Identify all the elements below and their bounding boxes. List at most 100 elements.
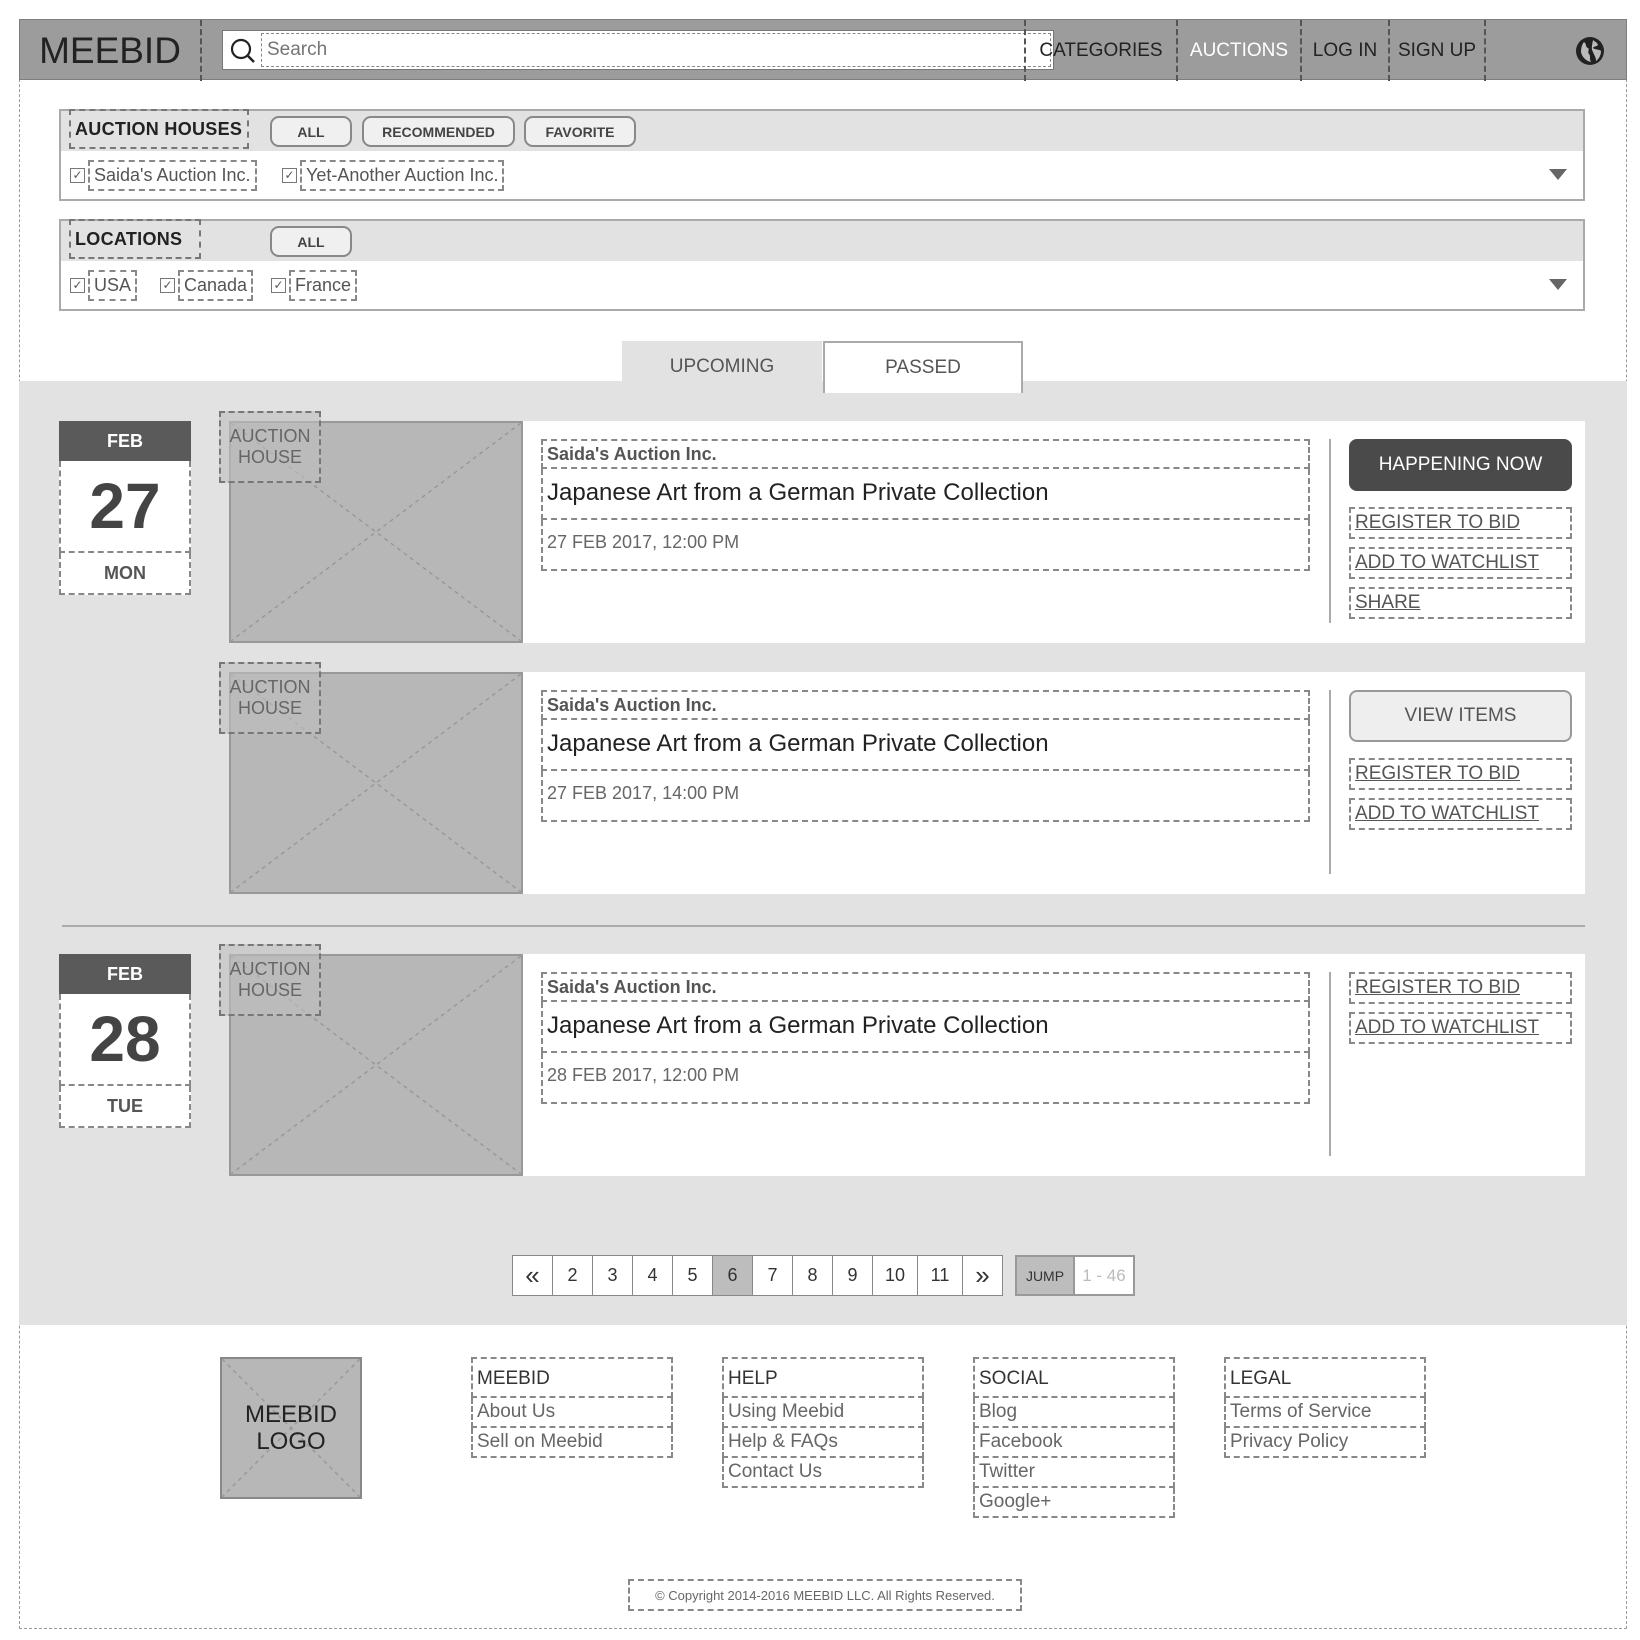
date-weekday: MON: [59, 553, 191, 595]
auction-datetime: 27 FEB 2017, 14:00 PM: [541, 771, 1310, 822]
auction-house-name[interactable]: Saida's Auction Inc.: [541, 972, 1310, 1002]
add-to-watchlist-link[interactable]: ADD TO WATCHLIST: [1349, 1012, 1572, 1044]
check-icon: ✓: [160, 278, 175, 293]
checkbox-label: France: [289, 270, 358, 301]
auction-datetime: 28 FEB 2017, 12:00 PM: [541, 1053, 1310, 1104]
expand-caret-icon[interactable]: [1549, 279, 1567, 290]
page-link[interactable]: 11: [918, 1255, 963, 1296]
footer-logo[interactable]: MEEBID LOGO: [220, 1357, 362, 1499]
checkbox-option[interactable]: ✓ Yet-Another Auction Inc.: [282, 160, 505, 191]
footer-column-legal: LEGAL Terms of Service Privacy Policy: [1224, 1357, 1426, 1458]
footer-link[interactable]: Sell on Meebid: [471, 1428, 673, 1458]
nav-auctions[interactable]: AUCTIONS: [1176, 20, 1302, 81]
footer-column-meebid: MEEBID About Us Sell on Meebid: [471, 1357, 673, 1458]
top-navbar: MEEBID CATEGORIES AUCTIONS LOG IN SIGN U…: [19, 19, 1627, 81]
footer-link[interactable]: Help & FAQs: [722, 1428, 924, 1458]
checkbox-label: Yet-Another Auction Inc.: [300, 160, 505, 191]
checkbox-option[interactable]: ✓ Canada: [160, 270, 254, 301]
check-icon: ✓: [70, 168, 85, 183]
auction-title[interactable]: Japanese Art from a German Private Colle…: [541, 469, 1310, 520]
footer-heading: MEEBID: [471, 1357, 673, 1398]
checkbox-label: Canada: [178, 270, 254, 301]
page-link-current[interactable]: 6: [713, 1255, 753, 1296]
page-prev-icon[interactable]: «: [512, 1255, 553, 1296]
footer-logo-text: MEEBID LOGO: [244, 1401, 337, 1455]
register-to-bid-link[interactable]: REGISTER TO BID: [1349, 972, 1572, 1004]
footer-link[interactable]: Privacy Policy: [1224, 1428, 1426, 1458]
jump-button[interactable]: JUMP: [1015, 1255, 1075, 1296]
footer-link[interactable]: Terms of Service: [1224, 1398, 1426, 1428]
date-month: FEB: [59, 421, 191, 461]
filter-title: LOCATIONS: [69, 219, 201, 259]
auction-house-name[interactable]: Saida's Auction Inc.: [541, 690, 1310, 720]
date-badge: FEB 27 MON: [59, 421, 191, 595]
footer-heading: LEGAL: [1224, 1357, 1426, 1398]
auction-card: AUCTION HOUSE Saida's Auction Inc. Japan…: [219, 944, 1585, 1176]
divider: [1329, 439, 1331, 623]
footer-column-help: HELP Using Meebid Help & FAQs Contact Us: [722, 1357, 924, 1488]
expand-caret-icon[interactable]: [1549, 169, 1567, 180]
auction-title[interactable]: Japanese Art from a German Private Colle…: [541, 720, 1310, 771]
jump-input[interactable]: 1 - 46: [1075, 1255, 1135, 1296]
filter-all-button[interactable]: ALL: [270, 116, 352, 147]
filter-favorite-button[interactable]: FAVORITE: [524, 116, 636, 147]
nav-log-in[interactable]: LOG IN: [1300, 20, 1390, 81]
footer-link[interactable]: About Us: [471, 1398, 673, 1428]
check-icon: ✓: [282, 168, 297, 183]
checkbox-option[interactable]: ✓ USA: [70, 270, 138, 301]
page-link[interactable]: 10: [873, 1255, 918, 1296]
happening-now-button[interactable]: HAPPENING NOW: [1349, 439, 1572, 491]
checkbox-option[interactable]: ✓ Saida's Auction Inc.: [70, 160, 257, 191]
auction-houses-filter: AUCTION HOUSES ALL RECOMMENDED FAVORITE …: [59, 109, 1585, 201]
check-icon: ✓: [271, 278, 286, 293]
divider: [1329, 972, 1331, 1156]
locations-filter: LOCATIONS ALL ✓ USA ✓ Canada ✓ France: [59, 219, 1585, 311]
auction-title[interactable]: Japanese Art from a German Private Colle…: [541, 1002, 1310, 1053]
footer-link[interactable]: Facebook: [973, 1428, 1175, 1458]
register-to-bid-link[interactable]: REGISTER TO BID: [1349, 507, 1572, 539]
page-next-icon[interactable]: »: [963, 1255, 1003, 1296]
page-link[interactable]: 2: [553, 1255, 593, 1296]
register-to-bid-link[interactable]: REGISTER TO BID: [1349, 758, 1572, 790]
footer-link[interactable]: Contact Us: [722, 1458, 924, 1488]
checkbox-label: USA: [88, 270, 138, 301]
date-day: 28: [59, 994, 191, 1086]
footer-link[interactable]: Google+: [973, 1488, 1175, 1518]
page-link[interactable]: 9: [833, 1255, 873, 1296]
page-link[interactable]: 4: [633, 1255, 673, 1296]
add-to-watchlist-link[interactable]: ADD TO WATCHLIST: [1349, 798, 1572, 830]
page-link[interactable]: 8: [793, 1255, 833, 1296]
filter-recommended-button[interactable]: RECOMMENDED: [362, 116, 515, 147]
checkbox-option[interactable]: ✓ France: [271, 270, 358, 301]
footer-heading: SOCIAL: [973, 1357, 1175, 1398]
search-input[interactable]: [261, 33, 1051, 67]
footer-link[interactable]: Using Meebid: [722, 1398, 924, 1428]
page-link[interactable]: 3: [593, 1255, 633, 1296]
footer-link[interactable]: Twitter: [973, 1458, 1175, 1488]
page-link[interactable]: 7: [753, 1255, 793, 1296]
globe-icon[interactable]: [1575, 36, 1605, 66]
nav-sign-up[interactable]: SIGN UP: [1388, 20, 1486, 81]
check-icon: ✓: [70, 278, 85, 293]
footer-heading: HELP: [722, 1357, 924, 1398]
filter-all-button[interactable]: ALL: [270, 226, 352, 257]
site-logo[interactable]: MEEBID: [20, 20, 202, 81]
tab-passed[interactable]: PASSED: [823, 341, 1023, 393]
nav-categories[interactable]: CATEGORIES: [1024, 20, 1178, 81]
footer-column-social: SOCIAL Blog Facebook Twitter Google+: [973, 1357, 1175, 1518]
search-bar: [222, 30, 1054, 70]
add-to-watchlist-link[interactable]: ADD TO WATCHLIST: [1349, 547, 1572, 579]
auction-house-name[interactable]: Saida's Auction Inc.: [541, 439, 1310, 469]
page-link[interactable]: 5: [673, 1255, 713, 1296]
footer-link[interactable]: Blog: [973, 1398, 1175, 1428]
auction-datetime: 27 FEB 2017, 12:00 PM: [541, 520, 1310, 571]
pagination: « 2 3 4 5 6 7 8 9 10 11 »: [512, 1255, 1003, 1296]
tab-upcoming[interactable]: UPCOMING: [622, 341, 822, 393]
auction-card: AUCTION HOUSE Saida's Auction Inc. Japan…: [219, 662, 1585, 894]
auction-house-badge: AUCTION HOUSE: [219, 411, 321, 483]
auction-card: AUCTION HOUSE Saida's Auction Inc. Japan…: [219, 411, 1585, 643]
filter-title: AUCTION HOUSES: [69, 109, 249, 149]
date-badge: FEB 28 TUE: [59, 954, 191, 1128]
share-link[interactable]: SHARE: [1349, 587, 1572, 619]
view-items-button[interactable]: VIEW ITEMS: [1349, 690, 1572, 742]
